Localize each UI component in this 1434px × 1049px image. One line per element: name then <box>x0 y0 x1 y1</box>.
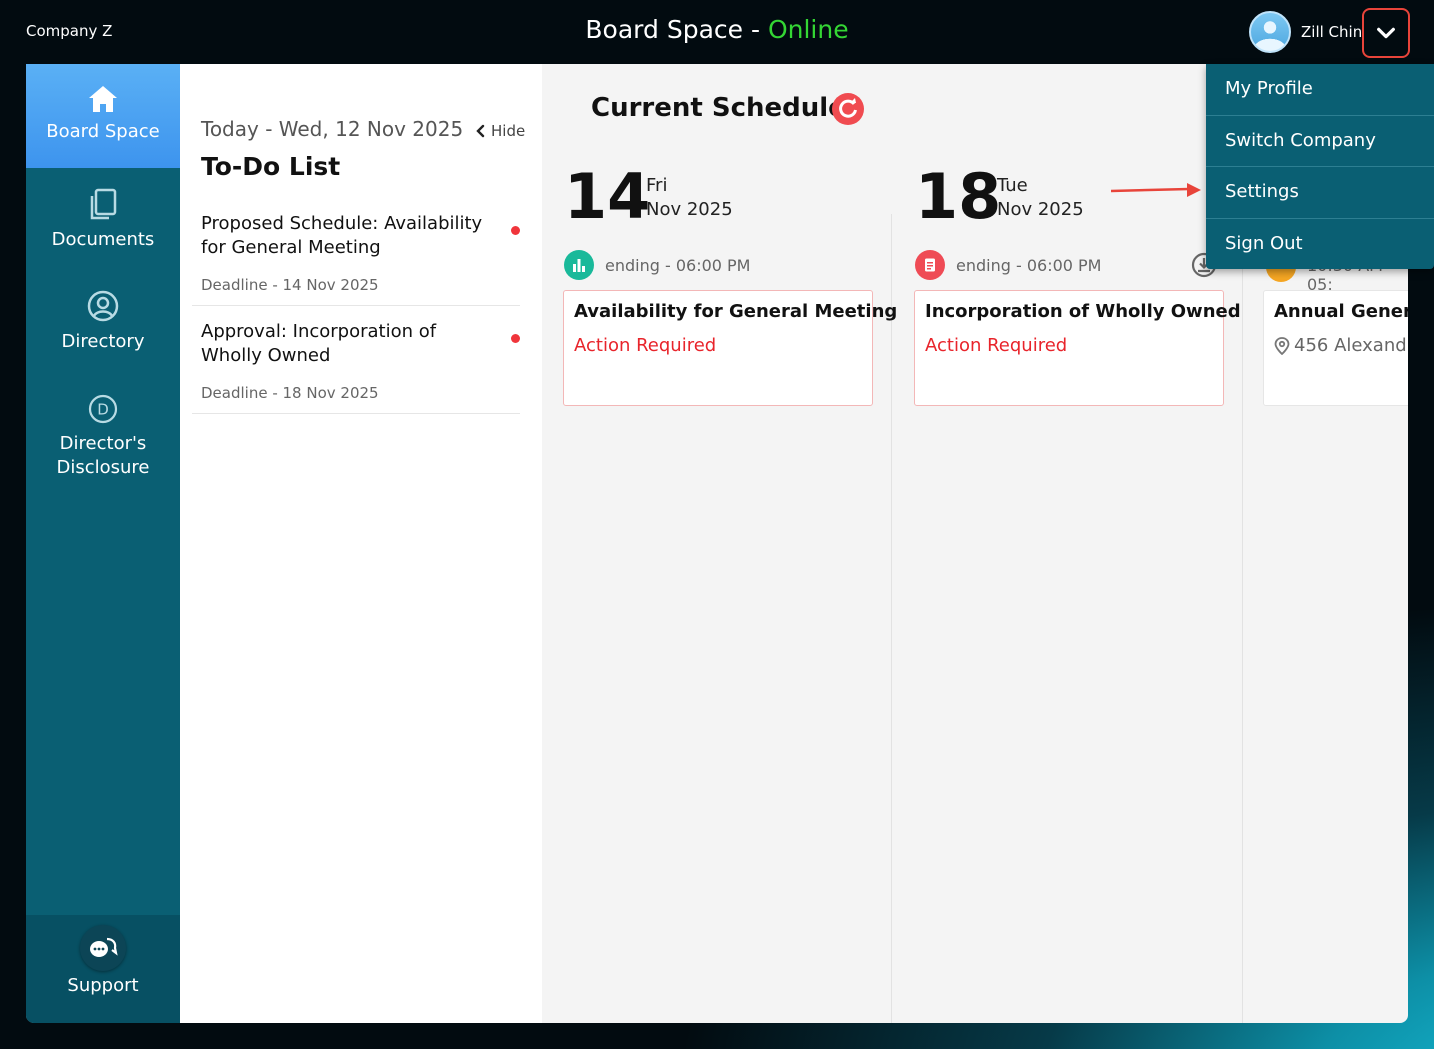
sidebar-item-directors-disclosure[interactable]: D Director's Disclosure <box>26 394 180 486</box>
menu-item-settings[interactable]: Settings <box>1206 167 1434 219</box>
app-title-text: Board Space - <box>585 15 768 44</box>
sidebar-item-label: Board Space <box>46 121 160 142</box>
sidebar-item-board-space[interactable]: Board Space <box>26 64 180 168</box>
event-status: Action Required <box>925 335 1068 356</box>
event-time: ending - 06:00 PM <box>956 256 1102 275</box>
chevron-left-icon <box>476 124 485 138</box>
todo-item-title: Approval: Incorporation of Wholly Owned <box>201 321 437 366</box>
event-card[interactable]: Availability for General Meeting Action … <box>563 290 897 406</box>
day-number: 14 <box>564 160 651 233</box>
day-month-year: Nov 2025 <box>646 199 733 220</box>
sidebar-item-label: Documents <box>51 229 155 250</box>
day-weekday: Tue <box>997 175 1028 196</box>
todo-panel: Today - Wed, 12 Nov 2025 Hide To-Do List… <box>180 64 542 1023</box>
event-title: Annual General <box>1274 301 1408 322</box>
sidebar: Board Space Documents Directory D Direct… <box>26 64 180 1023</box>
refresh-icon <box>839 98 857 118</box>
event-location-text: 456 Alexandr <box>1294 335 1408 356</box>
disclosure-d-icon: D <box>88 394 118 424</box>
documents-icon <box>90 188 117 220</box>
home-icon <box>89 86 117 112</box>
poll-icon <box>564 250 594 280</box>
day-month-year: Nov 2025 <box>997 199 1084 220</box>
todo-title: To-Do List <box>201 152 341 181</box>
todo-item-deadline: Deadline - 18 Nov 2025 <box>201 384 379 402</box>
hide-todo-button[interactable]: Hide <box>476 122 525 140</box>
menu-item-sign-out[interactable]: Sign Out <box>1206 219 1434 271</box>
location-pin-icon <box>1274 336 1290 355</box>
document-icon <box>915 250 945 280</box>
event-card[interactable]: Annual General 456 Alexandr <box>1263 290 1408 406</box>
event-location: 456 Alexandr <box>1274 335 1408 356</box>
sidebar-item-label: Directory <box>61 331 145 352</box>
hide-label: Hide <box>491 122 526 140</box>
menu-item-my-profile[interactable]: My Profile <box>1206 64 1434 116</box>
column-divider <box>891 214 892 1023</box>
day-weekday: Fri <box>646 175 668 196</box>
support-area: Support <box>26 915 180 1023</box>
chat-bubbles-icon <box>90 937 118 957</box>
today-date: Today - Wed, 12 Nov 2025 <box>201 117 464 141</box>
event-title: Availability for General Meeting <box>574 301 898 322</box>
main-frame: Board Space Documents Directory D Direct… <box>26 64 1408 1023</box>
todo-item[interactable]: Proposed Schedule: Availability for Gene… <box>192 212 520 306</box>
todo-item-title: Proposed Schedule: Availability for Gene… <box>201 213 483 258</box>
event-time: ending - 06:00 PM <box>605 256 751 275</box>
event-status: Action Required <box>574 335 717 356</box>
top-bar: Company Z Board Space - Online Zill Chin <box>0 0 1434 64</box>
sidebar-item-label: Director's Disclosure <box>56 433 150 478</box>
todo-item-deadline: Deadline - 14 Nov 2025 <box>201 276 379 294</box>
day-number: 18 <box>915 160 1002 233</box>
user-avatar[interactable] <box>1249 11 1291 53</box>
event-card[interactable]: Incorporation of Wholly Owned Action Req… <box>914 290 1241 406</box>
pointer-arrow-annotation <box>1111 183 1201 197</box>
chevron-down-icon <box>1377 27 1395 39</box>
user-menu-toggle[interactable] <box>1362 8 1410 58</box>
refresh-button[interactable] <box>832 93 864 125</box>
sidebar-item-directory[interactable]: Directory <box>26 290 180 360</box>
connection-status: Online <box>767 15 849 44</box>
menu-item-switch-company[interactable]: Switch Company <box>1206 116 1434 167</box>
sidebar-item-documents[interactable]: Documents <box>26 188 180 258</box>
unread-dot <box>511 334 520 343</box>
support-button[interactable] <box>80 925 126 971</box>
user-circle-icon <box>87 290 119 322</box>
schedule-title: Current Schedule <box>591 93 846 123</box>
svg-text:D: D <box>97 401 109 419</box>
user-name[interactable]: Zill Chin <box>1301 23 1362 41</box>
todo-item[interactable]: Approval: Incorporation of Wholly Owned … <box>192 320 520 414</box>
support-label: Support <box>67 975 139 996</box>
column-divider <box>1242 214 1243 1023</box>
unread-dot <box>511 226 520 235</box>
user-dropdown-menu: My Profile Switch Company Settings Sign … <box>1206 64 1434 269</box>
event-title: Incorporation of Wholly Owned <box>925 301 1241 322</box>
app-title: Board Space - Online <box>0 15 1434 44</box>
